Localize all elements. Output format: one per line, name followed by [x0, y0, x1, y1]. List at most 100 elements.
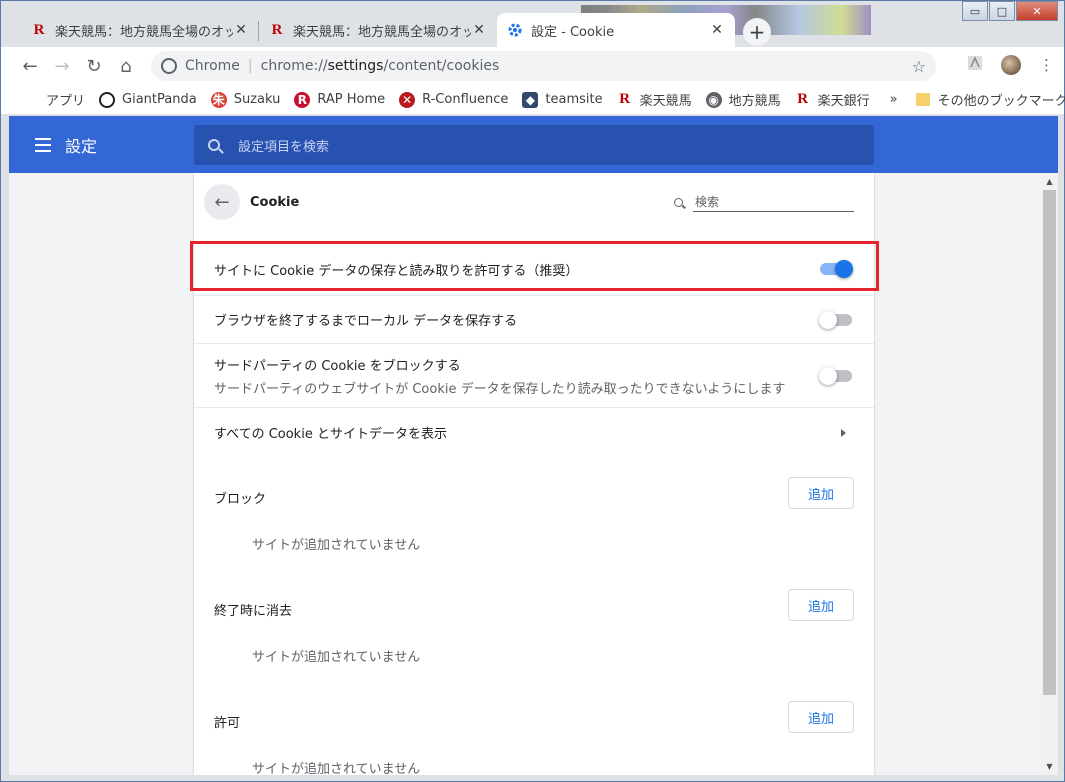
- close-icon[interactable]: ✕: [471, 22, 487, 38]
- setting-label: すべての Cookie とサイトデータを表示: [214, 427, 447, 442]
- folder-icon: [915, 93, 930, 106]
- add-block-button[interactable]: 追加: [788, 477, 854, 509]
- keep-local-data-row[interactable]: ブラウザを終了するまでローカル データを保存する: [194, 295, 874, 343]
- setting-sublabel: サードパーティのウェブサイトが Cookie データを保存したり読み取ったりでき…: [214, 381, 786, 397]
- window-controls: ▭ □ ✕: [961, 1, 1058, 21]
- add-clear-on-exit-button[interactable]: 追加: [788, 589, 854, 621]
- chevron-right-icon: [841, 428, 846, 437]
- bookmark-giantpanda[interactable]: GiantPanda: [99, 91, 197, 108]
- cookie-subpage-header: ← Cookie 検索: [194, 173, 874, 231]
- forward-button[interactable]: →: [47, 51, 77, 81]
- bookmark-other[interactable]: その他のブックマーク: [915, 90, 1065, 109]
- rakuten-r-icon: R: [797, 91, 809, 107]
- chevron-double-right-icon: »: [889, 92, 898, 107]
- back-button[interactable]: ←: [15, 51, 45, 81]
- address-bar[interactable]: Chrome | chrome://settings/content/cooki…: [151, 51, 936, 81]
- reload-button[interactable]: ↻: [79, 51, 109, 81]
- add-allow-button[interactable]: 追加: [788, 701, 854, 733]
- tab-title: 楽天競馬：地方競馬全場のオッズ: [55, 24, 233, 40]
- hamburger-menu-icon[interactable]: [35, 137, 51, 152]
- r-confluence-icon: ✕: [399, 91, 416, 108]
- page-title: Cookie: [250, 194, 300, 210]
- clear-on-exit-empty-text: サイトが追加されていません: [252, 650, 421, 665]
- clear-on-exit-section-label: 終了時に消去: [214, 604, 293, 619]
- bookmark-apps[interactable]: アプリ: [23, 90, 85, 109]
- toolbar: ← → ↻ ⌂ Chrome | chrome://settings/conte…: [1, 47, 1064, 85]
- omnibox-site-label: Chrome: [185, 58, 240, 74]
- tab-settings-cookie[interactable]: 設定 - Cookie ✕: [497, 13, 735, 47]
- settings-search-input[interactable]: 設定項目を検索: [194, 125, 874, 165]
- all-cookies-row[interactable]: すべての Cookie とサイトデータを表示: [194, 407, 874, 457]
- pdf-extension-icon[interactable]: [967, 55, 983, 75]
- setting-text: サードパーティの Cookie をブロックする サードパーティのウェブサイトが …: [214, 355, 874, 397]
- bookmark-label: 地方競馬: [728, 94, 781, 109]
- settings-title: 設定: [65, 136, 98, 156]
- home-button[interactable]: ⌂: [111, 51, 141, 81]
- bookmark-label: RAP Home: [317, 92, 386, 107]
- scrollbar-thumb[interactable]: [1043, 190, 1056, 695]
- bookmark-label: Suzaku: [233, 92, 281, 107]
- tab-title: 楽天競馬：地方競馬全場のオッズ: [293, 24, 471, 40]
- rakuten-r-icon: R: [271, 21, 283, 38]
- close-icon[interactable]: ✕: [709, 22, 725, 38]
- bookmark-rakuten-keiba[interactable]: R 楽天競馬: [617, 90, 691, 109]
- bookmark-star-icon[interactable]: ☆: [912, 57, 926, 76]
- bookmark-label: GiantPanda: [122, 92, 197, 107]
- search-icon: [674, 197, 683, 207]
- tab-rakuten-keiba-1[interactable]: R 楽天競馬：地方競馬全場のオッズ ✕: [21, 13, 259, 47]
- block-third-party-row[interactable]: サードパーティの Cookie をブロックする サードパーティのウェブサイトが …: [194, 343, 874, 407]
- teamsite-icon: ◆: [522, 91, 539, 108]
- page-scrollbar[interactable]: ▲ ▼: [1041, 173, 1058, 775]
- apps-grid-icon: [23, 92, 39, 108]
- profile-avatar[interactable]: [1001, 55, 1021, 75]
- settings-header: 設定 設定項目を検索: [9, 116, 1058, 173]
- bookmarks-overflow-button[interactable]: »: [890, 92, 898, 107]
- new-tab-button[interactable]: +: [743, 18, 771, 46]
- rakuten-r-icon: R: [619, 91, 631, 107]
- setting-label: サードパーティの Cookie をブロックする: [214, 358, 461, 374]
- keep-local-data-toggle[interactable]: [819, 310, 852, 329]
- bookmark-suzaku[interactable]: 朱 Suzaku: [210, 91, 281, 108]
- bookmarks-bar: アプリ GiantPanda 朱 Suzaku R RAP Home ✕ R-C…: [1, 85, 1065, 115]
- close-icon[interactable]: ✕: [233, 22, 249, 38]
- cookie-search-input[interactable]: 検索: [674, 191, 854, 213]
- search-field-placeholder: 検索: [693, 192, 854, 212]
- panda-icon: [99, 91, 116, 108]
- url-host: settings: [327, 58, 384, 74]
- bookmark-teamsite[interactable]: ◆ teamsite: [522, 91, 603, 108]
- scroll-down-arrow-icon[interactable]: ▼: [1041, 758, 1058, 775]
- browser-window: R 楽天競馬：地方競馬全場のオッズ ✕ R 楽天競馬：地方競馬全場のオッズ ✕ …: [0, 0, 1065, 782]
- search-icon: [208, 139, 220, 151]
- url-path: /content/cookies: [383, 58, 500, 74]
- bookmark-label: 楽天銀行: [817, 94, 870, 109]
- block-third-party-toggle[interactable]: [819, 366, 852, 385]
- bookmark-label: アプリ: [46, 94, 86, 109]
- menu-icon[interactable]: ⋮: [1039, 56, 1054, 74]
- back-arrow-button[interactable]: ←: [204, 184, 240, 220]
- suzaku-icon: 朱: [210, 91, 227, 108]
- scroll-up-arrow-icon[interactable]: ▲: [1041, 173, 1058, 190]
- block-section-label: ブロック: [214, 492, 267, 507]
- block-empty-text: サイトが追加されていません: [252, 538, 421, 553]
- highlight-box: [190, 241, 879, 291]
- bookmark-label: R-Confluence: [422, 92, 509, 107]
- allow-section-label: 許可: [214, 716, 241, 731]
- omnibox-separator: |: [247, 58, 253, 74]
- globe-icon: ◉: [705, 91, 722, 108]
- omnibox-url: chrome://settings/content/cookies: [261, 58, 500, 74]
- bookmark-chiho-keiba[interactable]: ◉ 地方競馬: [705, 90, 781, 109]
- gear-icon: [507, 22, 523, 38]
- url-prefix: chrome://: [260, 58, 328, 74]
- window-close-button[interactable]: ✕: [1016, 1, 1058, 21]
- tab-rakuten-keiba-2[interactable]: R 楽天競馬：地方競馬全場のオッズ ✕: [259, 13, 497, 47]
- chrome-page-icon: [161, 58, 177, 74]
- bookmark-rakuten-bank[interactable]: R 楽天銀行: [795, 90, 870, 109]
- bookmark-rap-home[interactable]: R RAP Home: [294, 91, 386, 108]
- tab-strip: R 楽天競馬：地方競馬全場のオッズ ✕ R 楽天競馬：地方競馬全場のオッズ ✕ …: [1, 1, 1064, 47]
- tab-title: 設定 - Cookie: [531, 24, 615, 40]
- rap-icon: R: [294, 91, 311, 108]
- minimize-button[interactable]: ▭: [962, 1, 988, 21]
- search-placeholder: 設定項目を検索: [238, 139, 330, 155]
- maximize-button[interactable]: □: [989, 1, 1015, 21]
- bookmark-r-confluence[interactable]: ✕ R-Confluence: [399, 91, 509, 108]
